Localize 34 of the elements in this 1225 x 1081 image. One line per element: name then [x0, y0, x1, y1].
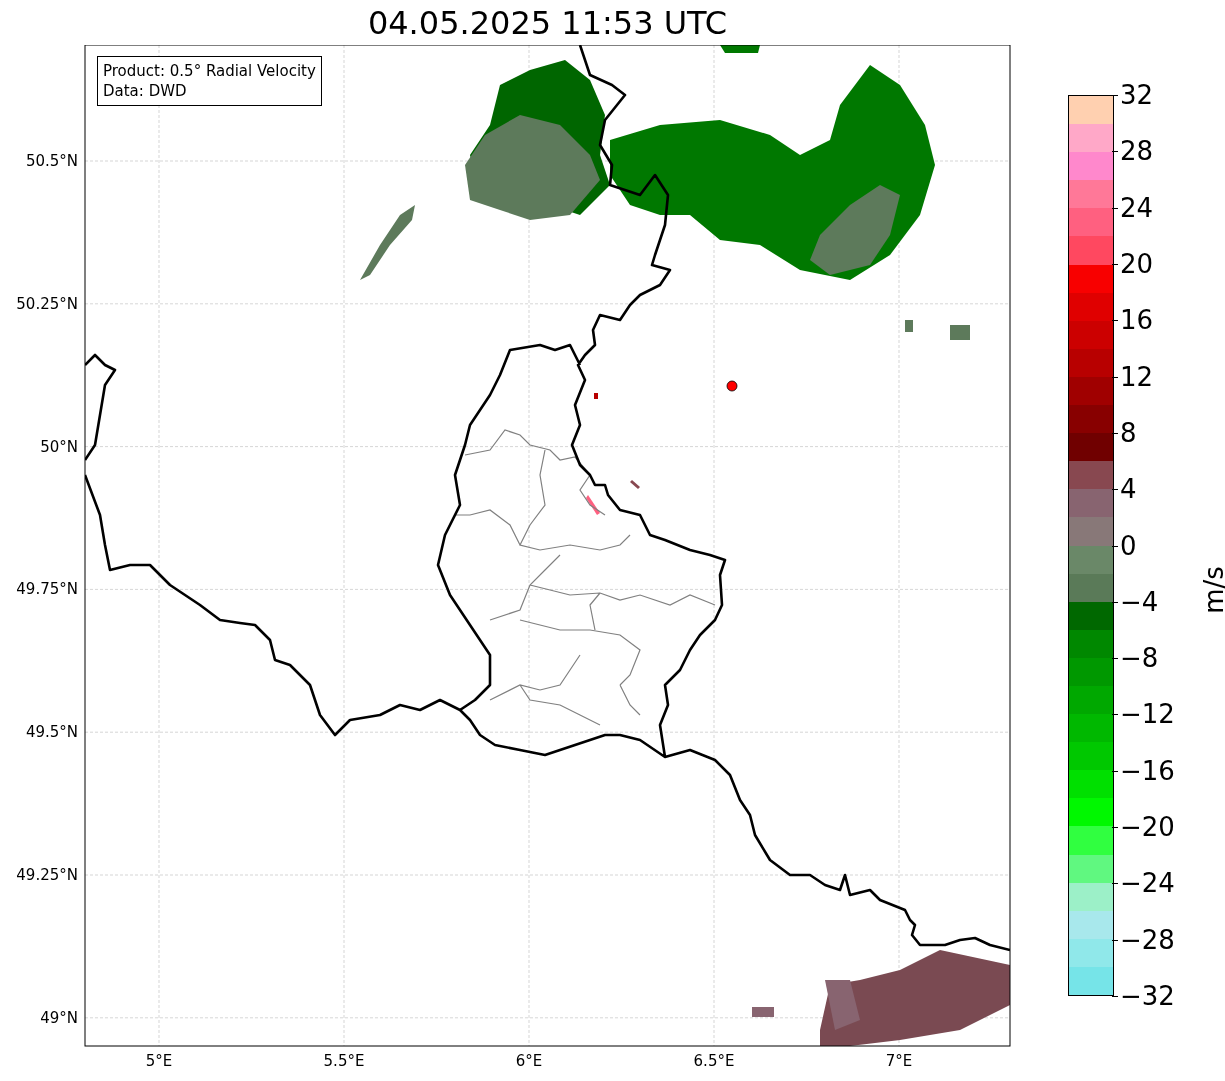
- colorbar-tick-label: −8: [1120, 643, 1159, 674]
- colorbar-tick-label: −12: [1120, 699, 1175, 730]
- colorbar-tick-label: 0: [1120, 530, 1137, 561]
- longitude-label: 7°E: [885, 1052, 913, 1070]
- colorbar-tick-label: 4: [1120, 474, 1137, 505]
- colorbar-tick-label: −16: [1120, 755, 1175, 786]
- longitude-label: 5.5°E: [323, 1052, 365, 1070]
- colorbar-tick-label: −32: [1120, 981, 1175, 1011]
- latitude-label: 49°N: [40, 1008, 78, 1027]
- colorbar-tick-label: −28: [1120, 924, 1175, 955]
- longitude-label: 5°E: [145, 1052, 173, 1070]
- latitude-label: 50°N: [40, 437, 78, 456]
- latitude-label: 49.75°N: [16, 580, 78, 599]
- colorbar-tick-label: 12: [1120, 361, 1154, 392]
- colorbar-unit-label: m/s: [1198, 566, 1225, 614]
- latitude-label: 50.25°N: [16, 294, 78, 313]
- latitude-label: 49.25°N: [16, 866, 78, 884]
- colorbar-tick-label: 16: [1120, 305, 1154, 336]
- radar-site-icon: [726, 380, 738, 392]
- map-title: 04.05.2025 11:53 UTC: [367, 3, 728, 42]
- latitude-label: 49.5°N: [25, 723, 78, 742]
- colorbar-tick-label: 8: [1120, 417, 1137, 448]
- colorbar-tick-label: 28: [1120, 136, 1154, 167]
- colorbar-tick-label: −24: [1120, 868, 1175, 899]
- colorbar-tick-label: −20: [1120, 812, 1175, 843]
- colorbar-tick-label: −4: [1120, 586, 1159, 617]
- longitude-label: 6.5°E: [693, 1052, 735, 1070]
- colorbar-tick-label: 32: [1120, 80, 1154, 110]
- colorbar-tick-label: 20: [1120, 248, 1154, 279]
- legend-text: Product: 0.5° Radial Velocity: [103, 61, 316, 81]
- latitude-label: 50.5°N: [25, 152, 78, 170]
- legend-text: Data: DWD: [103, 81, 188, 101]
- longitude-label: 6°E: [515, 1052, 543, 1070]
- colorbar-tick-label: 24: [1120, 192, 1154, 223]
